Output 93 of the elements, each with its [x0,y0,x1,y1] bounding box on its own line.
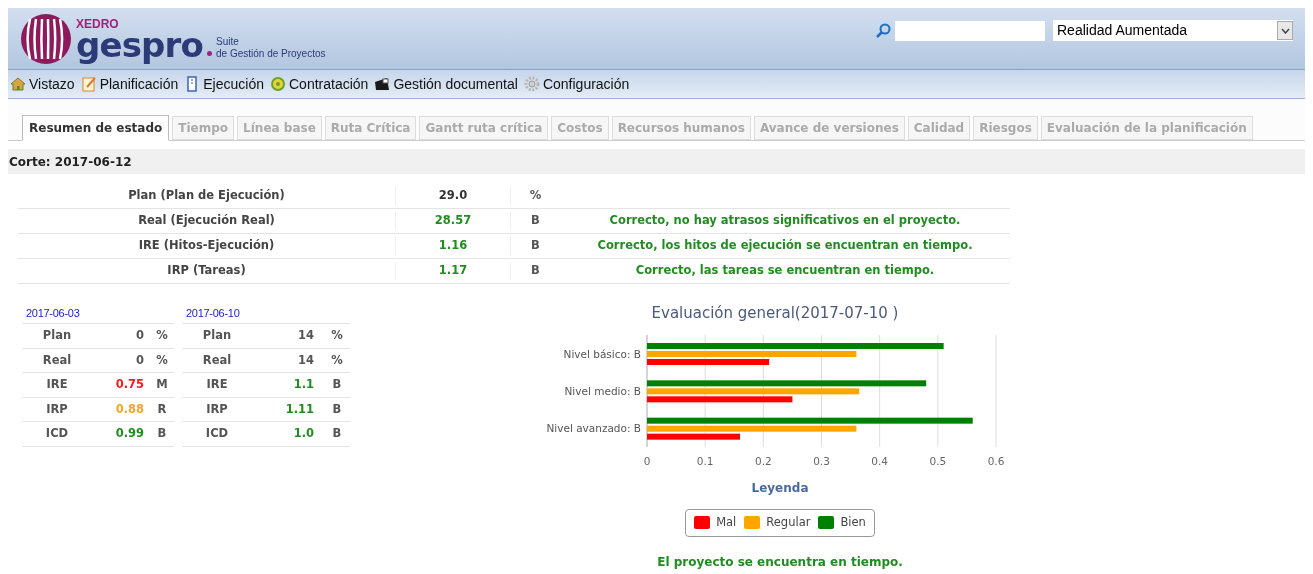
category-label: Nivel básico: B [563,347,641,360]
menu-item[interactable]: Gestión documental [393,73,518,95]
tagline-label: de Gestión de Proyectos [216,47,326,60]
search-icon[interactable] [875,22,891,39]
metric-label: Real [201,351,233,369]
metric-label: IRE (Hitos-Ejecución) [137,237,276,255]
brand-label: XEDRO [76,17,120,30]
category-label: Nivel medio: B [564,384,641,397]
menu-item[interactable]: Configuración [542,73,630,95]
grade-label: % [330,351,344,369]
notepad-icon [80,76,97,92]
tab[interactable]: Línea base [237,116,322,140]
house-icon [10,76,26,92]
metric-value: 28.57 [395,212,510,230]
axis-tick-label: 0.5 [929,454,947,467]
project-dropdown[interactable]: Realidad Aumentada [1053,20,1293,41]
search-field[interactable] [895,20,1045,41]
axis-tick-label: 0.4 [871,454,888,467]
legend-label: Mal [716,513,737,531]
metric-value: 0 [135,351,145,369]
date-label: 2017-06-10 [186,305,240,321]
tab[interactable]: Resumen de estado [22,115,170,141]
metric-label: Plan [201,327,233,345]
axis-tick-label: 0.2 [755,454,772,467]
metric-value: 0 [135,327,145,345]
tab[interactable]: Calidad [907,116,971,140]
metric-label: Plan [41,327,73,345]
legend-label: Regular [766,513,811,531]
date-label: 2017-06-03 [26,305,80,321]
status-message: Correcto, las tareas se encuentran en tiempo. [634,262,936,280]
axis-tick-label: 0.1 [696,454,714,467]
logo-icon [20,12,72,65]
metric-label: Real (Ejecución Real) [137,212,276,230]
metric-value: 1.0 [292,425,315,443]
tab[interactable]: Costos [551,116,609,140]
metric-value: 0.99 [114,425,145,443]
tab[interactable]: Avance de versiones [753,116,905,140]
schedule-status: El proyecto se encuentra en tiempo. [657,553,903,571]
grade-label: B [331,425,343,443]
axis-tick-label: 0 [643,454,651,467]
gear-icon [523,76,540,92]
tab[interactable]: Evaluación de la planificación [1040,116,1253,140]
status-message: Correcto, los hitos de ejecución se encuentran en tiempo. [596,237,974,255]
grade-label: % [155,351,169,369]
grade-label: B [510,212,560,230]
grade-label: % [155,327,169,345]
metric-value: 1.16 [395,237,510,255]
grade-label: B [331,400,343,418]
grade-label: B [331,376,343,394]
cut-date-label: Corte: 2017-06-12 [9,153,132,171]
axis-title: Leyenda [751,479,809,497]
metric-value: 0.88 [114,400,145,418]
metric-value: 1.17 [395,262,510,280]
menu-item[interactable]: Contratación [289,73,369,95]
grade-label: B [510,237,560,255]
grade-label: M [155,376,169,394]
category-label: Nivel avanzado: B [546,421,641,434]
grade-label: B [156,425,168,443]
tab[interactable]: Tiempo [172,116,235,140]
metric-label: IRP (Tareas) [166,262,247,280]
chart-title: Evaluación general(2017-07-10 ) [651,303,899,324]
grade-label: B [510,262,560,280]
metric-value: 29.0 [395,187,510,205]
tab[interactable]: Recursos humanos [611,116,751,140]
menu-item[interactable]: Ejecución [203,73,264,95]
status-message: Correcto, no hay atrasos significativos en el proyecto. [608,212,962,230]
grade-label: % [510,187,560,205]
grade-label: R [156,400,168,418]
metric-label: IRP [205,400,229,418]
tab[interactable]: Gantt ruta crítica [419,116,549,140]
axis-tick-label: 0.3 [813,454,830,467]
tab[interactable]: Riesgos [973,116,1038,140]
suite-label: Suite [216,35,240,48]
metric-label: Real [41,351,73,369]
menu-item[interactable]: Vistazo [29,73,75,95]
logo-dot-icon [207,50,212,56]
metric-value: 14 [297,351,315,369]
metric-label: Plan (Plan de Ejecución) [127,187,286,205]
metric-label: IRE [45,376,69,394]
metric-value: 1.1 [292,376,315,394]
legend-label: Bien [840,513,866,531]
metric-label: ICD [204,425,230,443]
metric-value: 1.11 [284,400,315,418]
metric-value: 0.75 [114,376,145,394]
metric-label: IRE [205,376,229,394]
axis-tick-label: 0.6 [987,454,1005,467]
metric-value: 14 [297,327,315,345]
grade-label: % [330,327,344,345]
menu-item[interactable]: Planificación [99,73,179,95]
caret-icon [1277,21,1293,40]
tab[interactable]: Ruta Crítica [324,116,417,140]
metric-label: ICD [44,425,70,443]
metric-label: IRP [45,400,69,418]
